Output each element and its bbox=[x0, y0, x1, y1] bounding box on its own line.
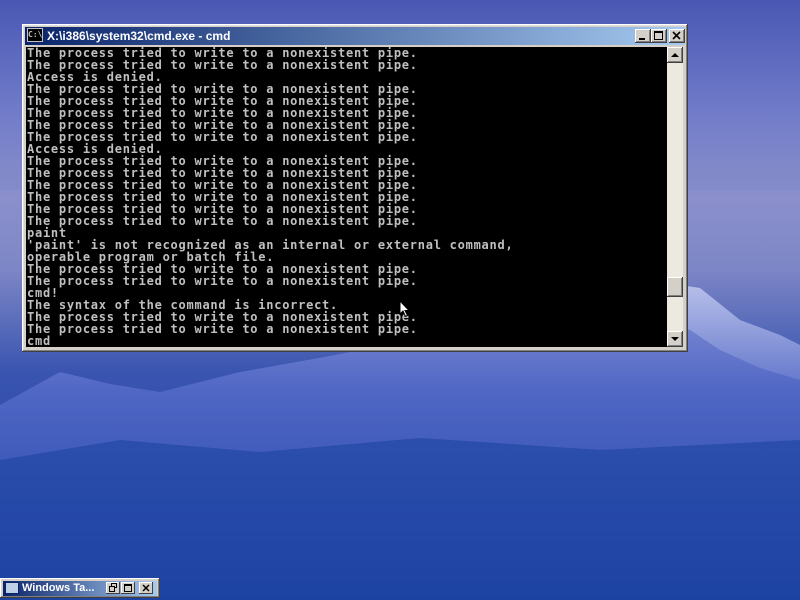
scroll-thumb[interactable] bbox=[667, 277, 683, 297]
maximize-button[interactable] bbox=[651, 29, 667, 43]
console-line: The process tried to write to a nonexist… bbox=[27, 322, 418, 336]
arrow-down-icon bbox=[671, 337, 679, 341]
scroll-up-button[interactable] bbox=[667, 47, 683, 63]
console-icon[interactable]: C:\ bbox=[27, 28, 43, 42]
cmd-titlebar[interactable]: C:\ X:\i386\system32\cmd.exe - cmd bbox=[25, 27, 685, 45]
close-button[interactable] bbox=[139, 582, 153, 594]
restore-button[interactable] bbox=[106, 582, 120, 594]
minimize-icon bbox=[639, 38, 645, 40]
console-output[interactable]: The process tried to write to a nonexist… bbox=[26, 47, 667, 347]
maximize-button[interactable] bbox=[121, 582, 135, 594]
console-line: The process tried to write to a nonexist… bbox=[27, 274, 418, 288]
mouse-pointer-icon bbox=[399, 300, 411, 318]
restore-icon bbox=[109, 583, 117, 592]
minimize-button[interactable] bbox=[635, 29, 651, 43]
scroll-down-button[interactable] bbox=[667, 331, 683, 347]
window-app-icon bbox=[5, 582, 19, 594]
close-button[interactable] bbox=[669, 29, 685, 43]
minimized-window-titlebar[interactable]: Windows Ta... bbox=[3, 581, 157, 596]
console-line: cmd bbox=[27, 334, 51, 347]
close-icon bbox=[142, 584, 150, 592]
close-icon bbox=[672, 31, 681, 40]
maximize-icon bbox=[124, 584, 132, 592]
console-line: The process tried to write to a nonexist… bbox=[27, 214, 418, 228]
minimized-window-windows-task[interactable]: Windows Ta... bbox=[0, 578, 160, 598]
maximize-icon bbox=[654, 31, 663, 40]
vertical-scrollbar[interactable] bbox=[667, 47, 683, 347]
cmd-window[interactable]: C:\ X:\i386\system32\cmd.exe - cmd The p… bbox=[22, 24, 688, 352]
minimized-window-title: Windows Ta... bbox=[22, 582, 95, 594]
console-text: The process tried to write to a nonexist… bbox=[26, 47, 667, 347]
arrow-up-icon bbox=[671, 53, 679, 57]
window-title: X:\i386\system32\cmd.exe - cmd bbox=[47, 29, 231, 43]
